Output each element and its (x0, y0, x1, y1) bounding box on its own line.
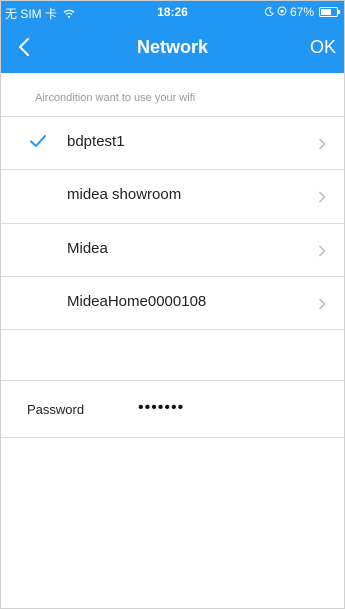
password-field[interactable] (138, 399, 288, 417)
divider (1, 329, 344, 330)
ok-button[interactable]: OK (310, 37, 336, 58)
chevron-right-icon (318, 190, 326, 203)
network-row[interactable]: bdptest1 (1, 117, 344, 169)
chevron-right-icon (318, 297, 326, 310)
password-label: Password (27, 402, 85, 417)
page-title: Network (136, 37, 208, 57)
divider (1, 380, 344, 381)
battery-icon (319, 7, 340, 17)
wifi-hint-text: Aircondition want to use your wifi (35, 92, 196, 104)
divider (1, 437, 344, 438)
status-right: 67% (264, 5, 340, 19)
phone-screen: 无 SIM 卡 18:26 67% Network OK Airconditio… (0, 0, 345, 609)
chevron-right-icon (318, 137, 326, 150)
network-name: midea showroom (67, 186, 182, 203)
moon-icon (264, 5, 274, 19)
nav-bar: Network OK (1, 23, 344, 73)
network-row[interactable]: Midea (1, 224, 344, 276)
battery-fill (321, 9, 332, 15)
network-name: MideaHome0000108 (67, 293, 207, 310)
network-row[interactable]: MideaHome0000108 (1, 277, 344, 329)
orientation-lock-icon (277, 5, 287, 19)
checkmark-icon (29, 132, 47, 150)
network-name: Midea (67, 240, 108, 257)
network-name: bdptest1 (67, 133, 125, 150)
battery-percent: 67% (289, 5, 314, 19)
status-bar: 无 SIM 卡 18:26 67% (1, 1, 344, 23)
network-row[interactable]: midea showroom (1, 170, 344, 222)
chevron-right-icon (318, 244, 326, 257)
